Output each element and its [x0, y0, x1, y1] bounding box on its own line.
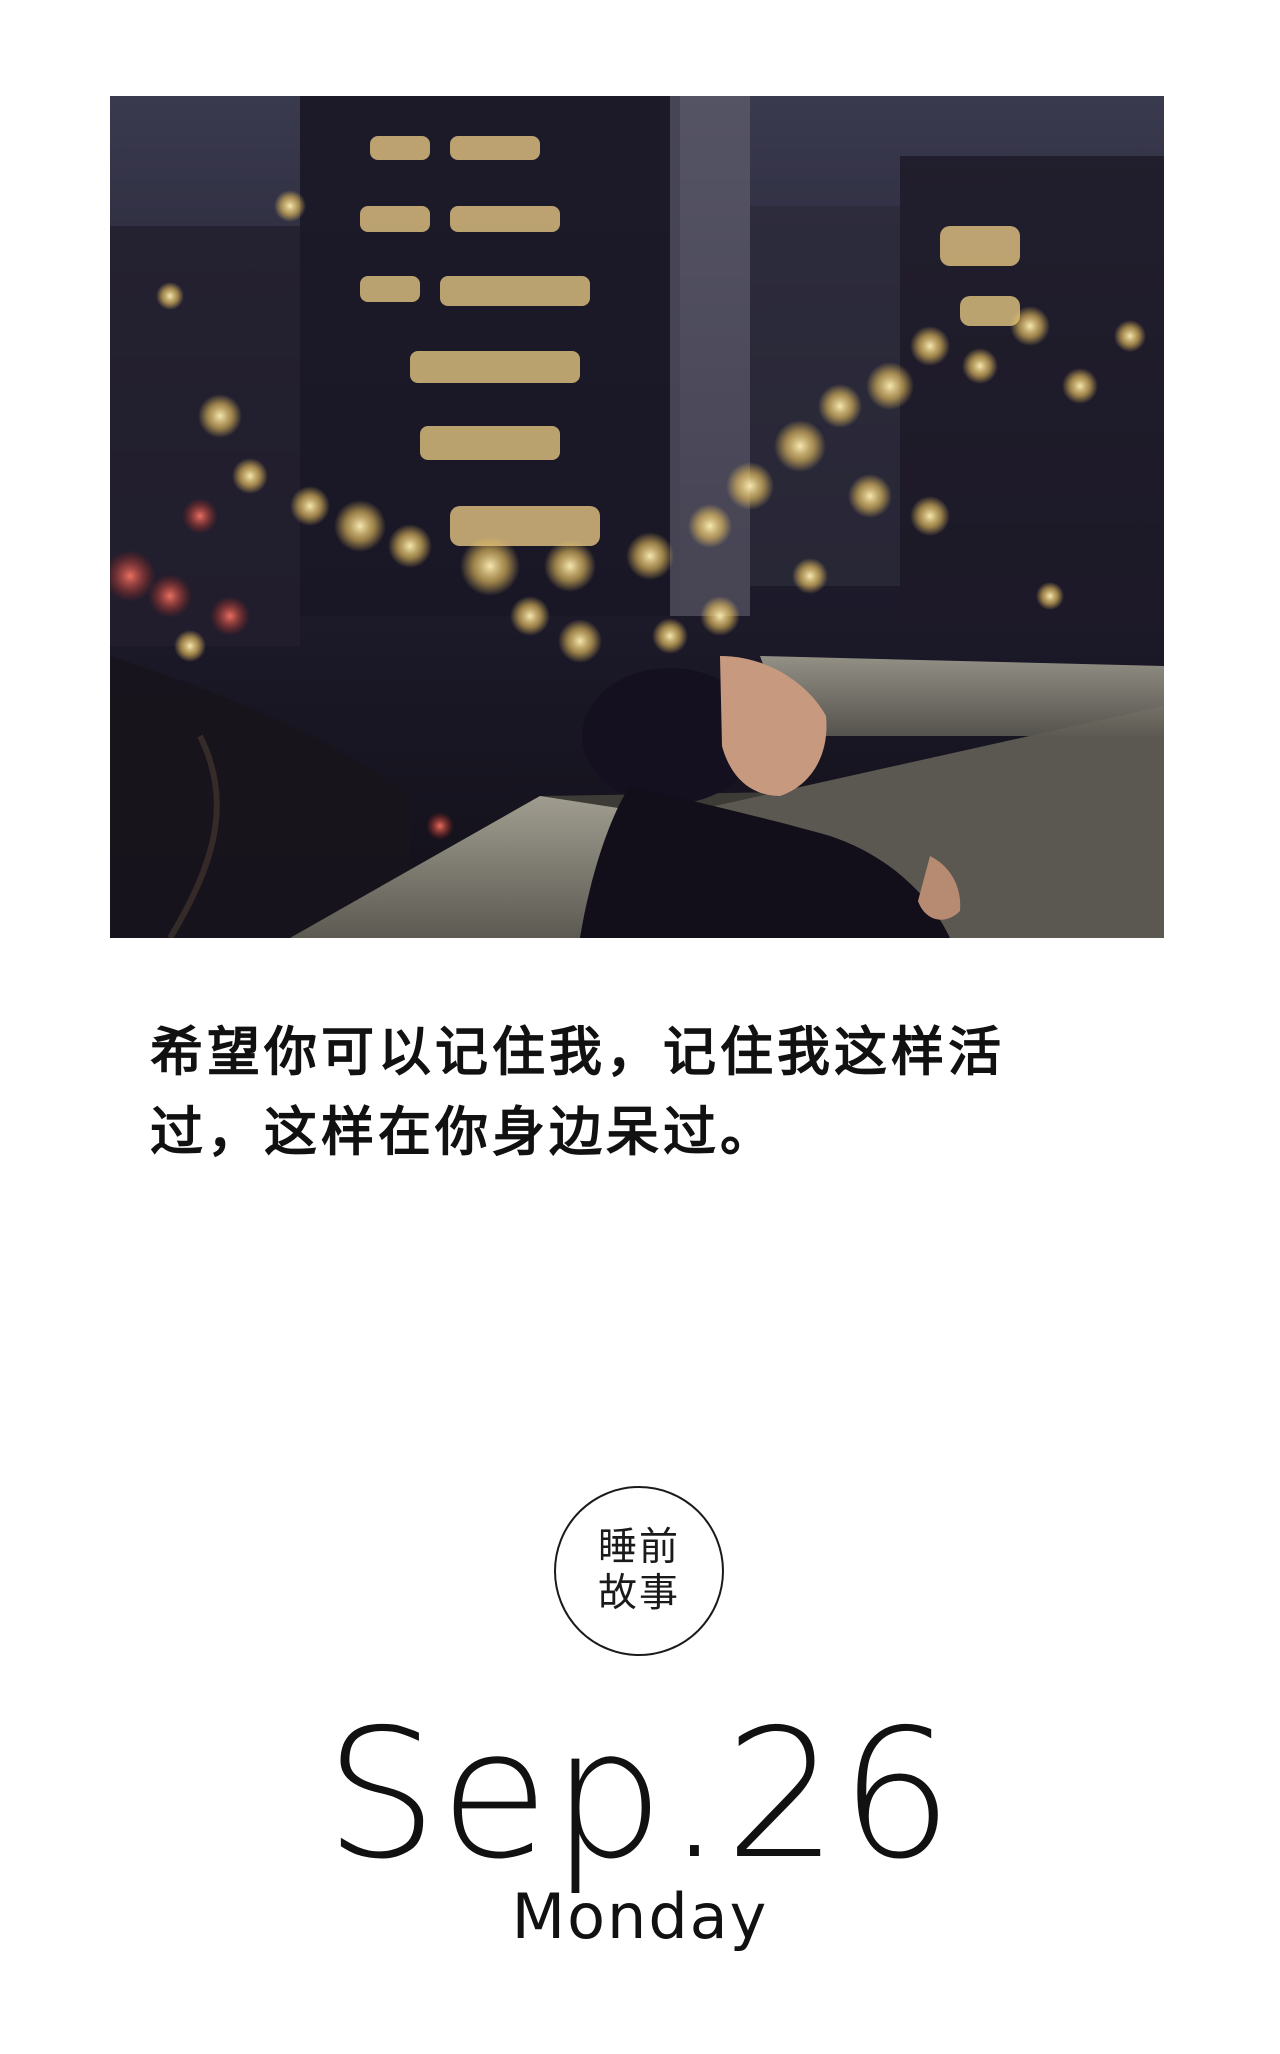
quote-text: 希望你可以记住我，记住我这样活 过，这样在你身边呆过。 — [150, 1012, 1150, 1172]
badge-line-2: 故事 — [597, 1571, 680, 1616]
quote-line-2: 过，这样在你身边呆过。 — [150, 1101, 777, 1163]
date-text: Sep.26 — [324, 1691, 956, 1898]
weekday-text: Monday — [511, 1880, 769, 1953]
night-city-photo — [110, 96, 1164, 938]
bedtime-story-badge: 睡前 故事 — [554, 1486, 724, 1656]
badge-line-1: 睡前 — [597, 1525, 680, 1570]
quote-line-1: 希望你可以记住我，记住我这样活 — [150, 1021, 1005, 1083]
night-city-illustration — [110, 96, 1164, 938]
